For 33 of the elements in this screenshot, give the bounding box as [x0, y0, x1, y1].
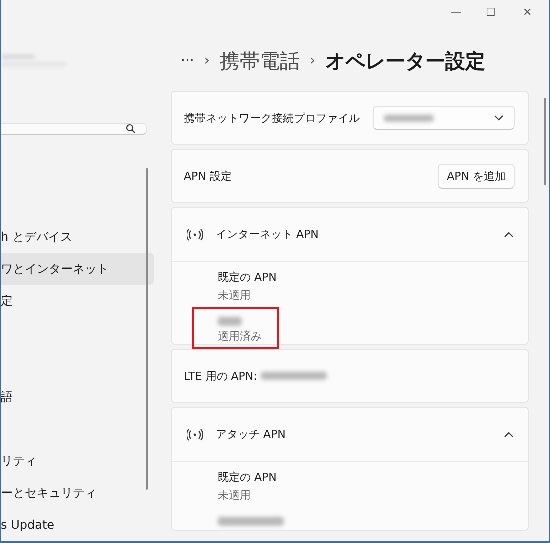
- profile-value: [384, 114, 434, 122]
- apn-value: [261, 372, 328, 380]
- apn-name: [218, 317, 242, 326]
- apn-name: 既定の APN: [218, 270, 278, 285]
- apn-name: 既定の APN: [218, 470, 278, 485]
- add-apn-button[interactable]: APN を追加: [438, 164, 515, 188]
- close-button[interactable]: ✕: [523, 6, 532, 19]
- setting-label: APN 設定: [184, 168, 232, 184]
- chevron-icon[interactable]: [504, 432, 514, 438]
- breadcrumb-link[interactable]: 携帯電話: [220, 48, 300, 74]
- apn-status: 適用済み: [218, 329, 263, 344]
- search-field[interactable]: [1, 123, 147, 135]
- setting-label: 携帯ネットワーク接続プロファイル: [184, 110, 360, 126]
- antenna-icon: [187, 428, 203, 440]
- maximize-button[interactable]: ☐: [486, 6, 496, 19]
- scrollbar[interactable]: [544, 98, 546, 185]
- apn-name: [218, 517, 284, 526]
- expander-title[interactable]: インターネット APN: [216, 227, 491, 242]
- setting-label: LTE 用の APN:: [184, 368, 258, 384]
- separator-icon: ›: [204, 53, 210, 69]
- scrollbar[interactable]: [146, 168, 148, 490]
- separator-icon: ›: [310, 53, 316, 69]
- chevron-icon[interactable]: [494, 115, 504, 121]
- expander-title[interactable]: アタッチ APN: [216, 427, 491, 442]
- search-icon: [126, 124, 136, 134]
- minimize-button[interactable]: —: [451, 6, 462, 19]
- antenna-icon: [187, 228, 203, 240]
- nav-item[interactable]: ワとインターネット: [1, 253, 154, 285]
- apn-status: 未適用: [218, 288, 252, 303]
- page-title: オペレーター設定: [326, 48, 486, 74]
- more-button[interactable]: ···: [181, 53, 194, 69]
- chevron-icon[interactable]: [504, 232, 514, 238]
- apn-status: 未適用: [218, 488, 252, 503]
